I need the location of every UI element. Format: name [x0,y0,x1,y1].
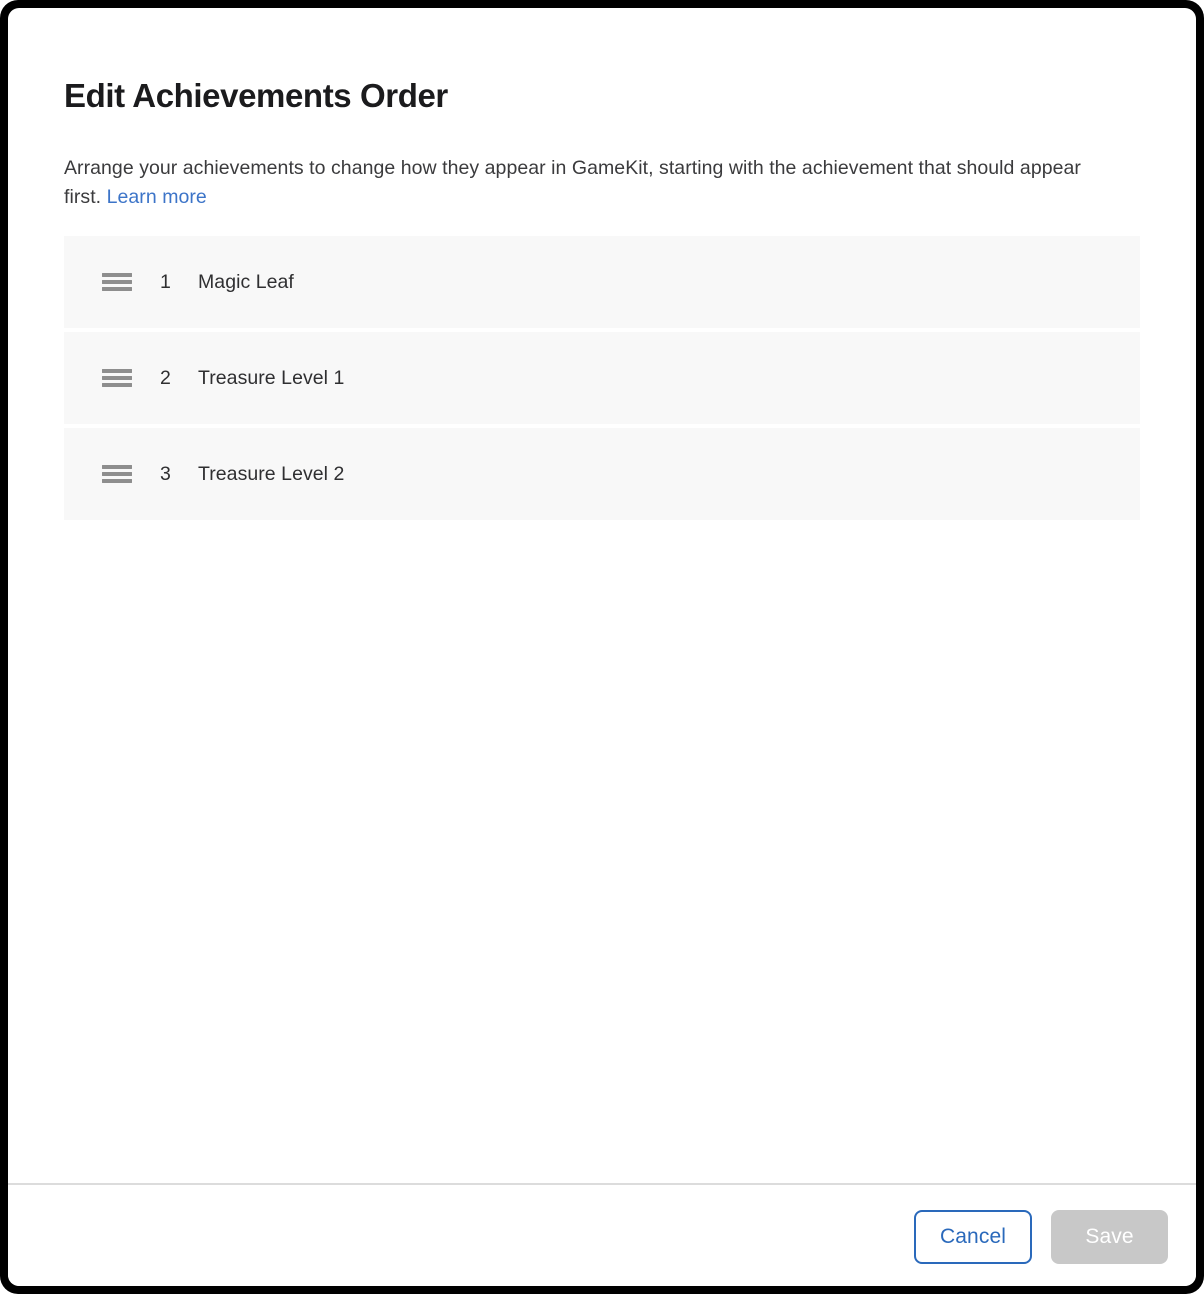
table-row[interactable]: 2 Treasure Level 1 [64,332,1140,424]
table-row[interactable]: 1 Magic Leaf [64,236,1140,328]
page-title: Edit Achievements Order [64,77,448,114]
dialog-description: Arrange your achievements to change how … [64,154,1116,212]
row-index: 3 [160,462,171,485]
drag-handle-icon[interactable] [102,273,132,291]
row-index: 1 [160,270,171,293]
description-text: Arrange your achievements to change how … [64,157,1081,208]
row-label: Treasure Level 1 [198,366,345,389]
achievements-reorder-list: 1 Magic Leaf 2 Treasure Level 1 3 Treasu… [64,236,1140,524]
drag-handle-icon[interactable] [102,369,132,387]
window-frame: Edit Achievements Order Arrange your ach… [0,0,1204,1294]
row-index: 2 [160,366,171,389]
edit-achievements-order-dialog: Edit Achievements Order Arrange your ach… [8,8,1196,1286]
footer-actions: Cancel Save [914,1210,1168,1264]
dialog-footer: Cancel Save [8,1183,1196,1286]
save-button[interactable]: Save [1051,1210,1168,1264]
table-row[interactable]: 3 Treasure Level 2 [64,428,1140,520]
row-label: Magic Leaf [198,270,294,293]
row-label: Treasure Level 2 [198,462,345,485]
drag-handle-icon[interactable] [102,465,132,483]
cancel-button[interactable]: Cancel [914,1210,1032,1264]
dialog-body: Edit Achievements Order Arrange your ach… [8,8,1196,1185]
learn-more-link[interactable]: Learn more [107,186,207,208]
